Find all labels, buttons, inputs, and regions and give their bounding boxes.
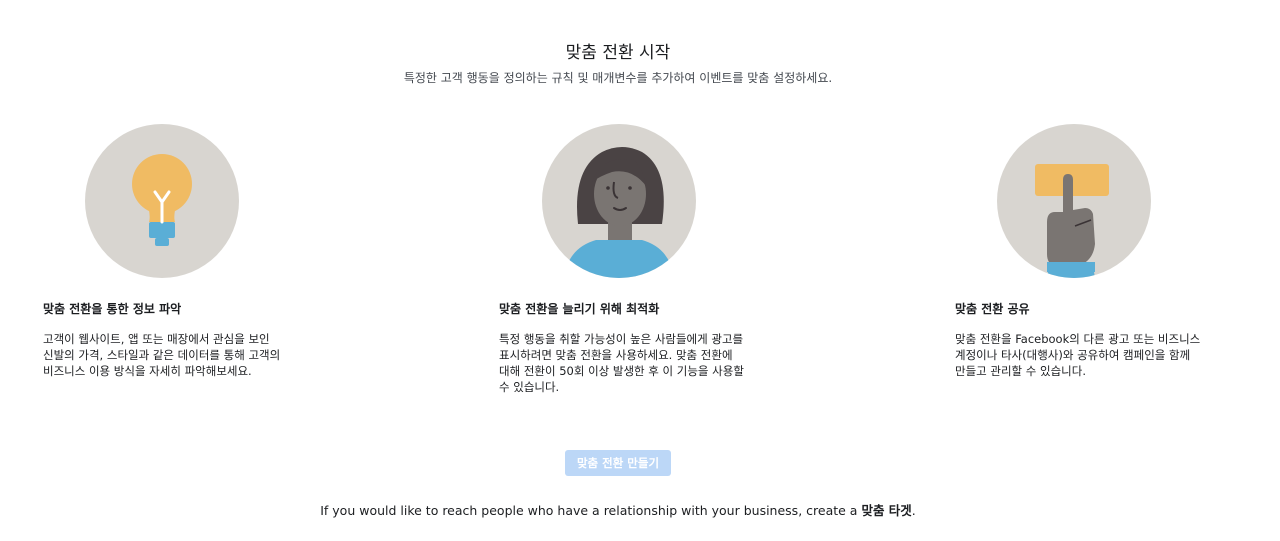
custom-audience-link[interactable]: 맞춤 타겟 bbox=[861, 503, 911, 518]
footer-text: If you would like to reach people who ha… bbox=[320, 503, 858, 518]
feature-description: 맞춤 전환을 Facebook의 다른 광고 또는 비즈니스 계정이나 타사(대… bbox=[955, 332, 1201, 378]
feature-card-insights: 맞춤 전환을 통한 정보 파악 고객이 웹사이트, 앱 또는 매장에서 관심을 … bbox=[43, 124, 303, 379]
footer-suffix: . bbox=[911, 503, 916, 518]
footer-note: If you would like to reach people who ha… bbox=[0, 500, 1236, 519]
feature-card-share: 맞춤 전환 공유 맞춤 전환을 Facebook의 다른 광고 또는 비즈니스 … bbox=[955, 124, 1215, 379]
feature-description: 특정 행동을 취할 가능성이 높은 사람들에게 광고를 표시하려면 맞춤 전환을… bbox=[499, 332, 744, 394]
lightbulb-icon bbox=[85, 124, 239, 278]
feature-description: 고객이 웹사이트, 앱 또는 매장에서 관심을 보인 신발의 가격, 스타일과 … bbox=[43, 332, 281, 378]
feature-title: 맞춤 전환을 늘리기 위해 최적화 bbox=[499, 302, 660, 316]
feature-card-optimize: 맞춤 전환을 늘리기 위해 최적화 특정 행동을 취할 가능성이 높은 사람들에… bbox=[499, 124, 759, 395]
feature-title: 맞춤 전환을 통한 정보 파악 bbox=[43, 302, 182, 316]
create-custom-conversion-button[interactable]: 맞춤 전환 만들기 bbox=[565, 450, 671, 476]
hand-pointing-icon bbox=[997, 124, 1151, 278]
page-subtitle: 특정한 고객 행동을 정의하는 규칙 및 매개변수를 추가하여 이벤트를 맞춤 … bbox=[403, 71, 833, 85]
page-title: 맞춤 전환 시작 bbox=[565, 43, 671, 63]
feature-title: 맞춤 전환 공유 bbox=[955, 302, 1030, 316]
person-icon bbox=[542, 124, 696, 278]
